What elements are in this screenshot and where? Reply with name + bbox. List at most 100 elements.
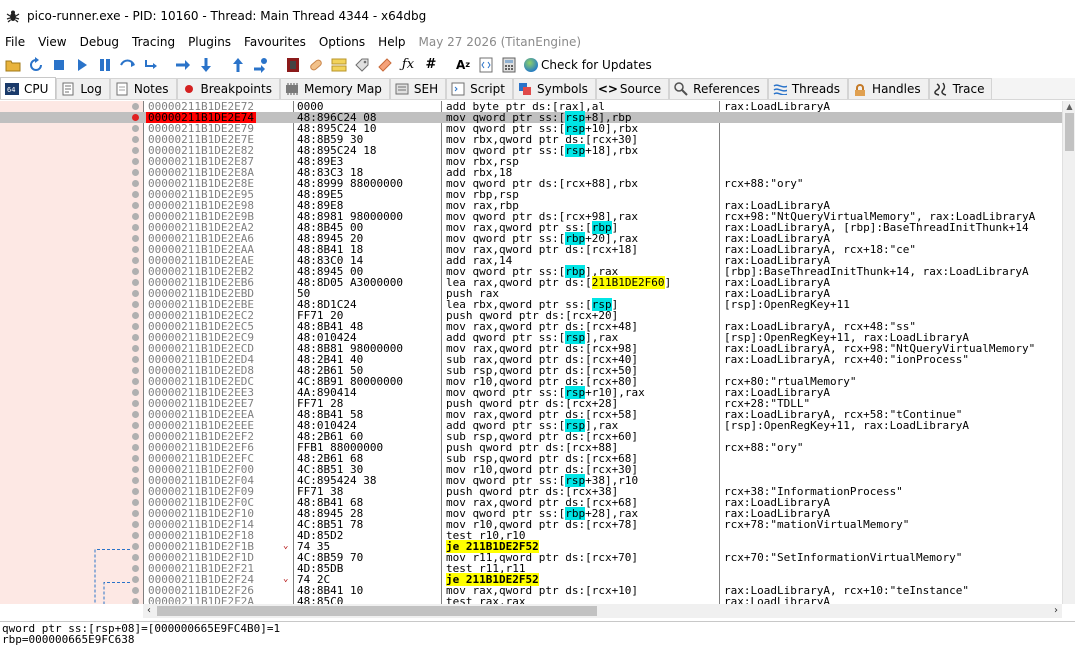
breakpoint-dot-icon[interactable]: [132, 587, 139, 594]
breakpoint-dot-icon[interactable]: [132, 356, 139, 363]
breakpoint-dot-icon[interactable]: [132, 455, 139, 462]
breakpoint-dot-icon[interactable]: [132, 400, 139, 407]
run-icon[interactable]: [72, 55, 92, 75]
breakpoint-dot-icon[interactable]: [132, 268, 139, 275]
tab-threads[interactable]: Threads: [767, 78, 849, 99]
menu-debug[interactable]: Debug: [75, 35, 127, 49]
breakpoint-dot-icon[interactable]: [132, 169, 139, 176]
breakpoint-dot-icon[interactable]: [132, 521, 139, 528]
breakpoint-dot-icon[interactable]: [132, 345, 139, 352]
breakpoint-dot-icon[interactable]: [132, 532, 139, 539]
breakpoint-dot-icon[interactable]: [132, 246, 139, 253]
calculator-icon[interactable]: [499, 55, 519, 75]
breakpoint-dot-icon[interactable]: [132, 191, 139, 198]
scroll-right-icon[interactable]: ›: [1050, 604, 1062, 618]
tab-trace[interactable]: Trace: [928, 78, 993, 99]
trace-record-icon[interactable]: [283, 55, 303, 75]
breakpoint-dot-icon[interactable]: [132, 136, 139, 143]
horizontal-scrollbar[interactable]: ‹ ›: [143, 604, 1062, 618]
breakpoint-dot-icon[interactable]: [132, 312, 139, 319]
breakpoint-dot-icon[interactable]: [132, 499, 139, 506]
breakpoint-dot-icon[interactable]: [132, 598, 139, 604]
bookmarks-icon[interactable]: [375, 55, 395, 75]
breakpoint-dot-icon[interactable]: [132, 565, 139, 572]
breakpoint-dot-icon[interactable]: [132, 323, 139, 330]
labels-icon[interactable]: [352, 55, 372, 75]
comments-icon[interactable]: [329, 55, 349, 75]
scroll-thumb[interactable]: [157, 606, 597, 616]
tab-label: Handles: [872, 82, 921, 96]
menu-options[interactable]: Options: [314, 35, 373, 49]
breakpoint-dot-icon[interactable]: [132, 147, 139, 154]
pause-icon[interactable]: [95, 55, 115, 75]
menu-file[interactable]: File: [0, 35, 33, 49]
breakpoint-dot-icon[interactable]: [132, 389, 139, 396]
functions-icon[interactable]: ƒx: [398, 55, 418, 75]
tab-references[interactable]: References: [669, 78, 768, 99]
breakpoint-dot-icon[interactable]: [132, 235, 139, 242]
tab-symbols[interactable]: Symbols: [512, 78, 596, 99]
font-icon[interactable]: Az: [453, 55, 473, 75]
scroll-left-icon[interactable]: ‹: [143, 604, 155, 618]
breakpoint-dot-icon[interactable]: [132, 213, 139, 220]
menu-favourites[interactable]: Favourites: [239, 35, 314, 49]
breakpoint-dot-icon[interactable]: [132, 103, 139, 110]
vertical-scrollbar[interactable]: ▲: [1062, 101, 1075, 604]
disassembly-view[interactable]: 00000211B1DE2E72 0000 add byte ptr ds:[rax…: [0, 101, 1075, 604]
breakpoint-dot-icon[interactable]: [132, 466, 139, 473]
tab-log[interactable]: Log: [56, 78, 110, 99]
breakpoint-icon[interactable]: [132, 114, 139, 121]
tab-notes[interactable]: Notes: [109, 78, 177, 99]
breakpoint-dot-icon[interactable]: [132, 378, 139, 385]
stop-icon[interactable]: [49, 55, 69, 75]
breakpoint-dot-icon[interactable]: [132, 202, 139, 209]
breakpoint-dot-icon[interactable]: [132, 257, 139, 264]
step-into-icon[interactable]: [141, 55, 161, 75]
breakpoint-dot-icon[interactable]: [132, 554, 139, 561]
source-file-icon[interactable]: [476, 55, 496, 75]
tab-seh[interactable]: SEH: [389, 78, 447, 99]
tab-source[interactable]: <> Source: [595, 78, 670, 99]
open-icon[interactable]: [3, 55, 23, 75]
step-down-icon[interactable]: [196, 55, 216, 75]
patch-icon[interactable]: [306, 55, 326, 75]
breakpoint-dot-icon[interactable]: [132, 290, 139, 297]
menu-help[interactable]: Help: [373, 35, 413, 49]
breakpoint-dot-icon[interactable]: [132, 422, 139, 429]
hash-icon[interactable]: #: [421, 55, 441, 75]
breakpoint-dot-icon[interactable]: [132, 510, 139, 517]
breakpoint-dot-icon[interactable]: [132, 180, 139, 187]
breakpoint-dot-icon[interactable]: [132, 543, 139, 550]
breakpoint-dot-icon[interactable]: [132, 576, 139, 583]
step-over-icon[interactable]: [173, 55, 193, 75]
scroll-thumb[interactable]: [1065, 113, 1074, 151]
disasm-row[interactable]: 00000211B1DE2F2A 48:85C0 test rax,rax rax:L…: [0, 596, 1062, 604]
tab-breakpoints[interactable]: Breakpoints: [176, 78, 280, 99]
breakpoint-dot-icon[interactable]: [132, 334, 139, 341]
breakpoint-dot-icon[interactable]: [132, 433, 139, 440]
breakpoint-dot-icon[interactable]: [132, 411, 139, 418]
execute-till-return-icon[interactable]: [228, 55, 248, 75]
menu-plugins[interactable]: Plugins: [183, 35, 239, 49]
restart-icon[interactable]: [26, 55, 46, 75]
breakpoint-dot-icon[interactable]: [132, 125, 139, 132]
breakpoint-dot-icon[interactable]: [132, 158, 139, 165]
run-to-user-icon[interactable]: [118, 55, 138, 75]
trace-icon: [933, 82, 948, 96]
breakpoint-dot-icon[interactable]: [132, 444, 139, 451]
tab-script[interactable]: Script: [446, 78, 513, 99]
breakpoint-dot-icon[interactable]: [132, 477, 139, 484]
run-to-user-code-icon[interactable]: [251, 55, 271, 75]
menu-tracing[interactable]: Tracing: [127, 35, 183, 49]
tab-handles[interactable]: Handles: [848, 78, 929, 99]
breakpoint-dot-icon[interactable]: [132, 367, 139, 374]
breakpoint-dot-icon[interactable]: [132, 488, 139, 495]
breakpoint-dot-icon[interactable]: [132, 301, 139, 308]
menu-view[interactable]: View: [33, 35, 74, 49]
check-for-updates-button[interactable]: Check for Updates: [524, 57, 652, 72]
breakpoint-dot-icon[interactable]: [132, 279, 139, 286]
breakpoint-dot-icon[interactable]: [132, 224, 139, 231]
scroll-up-icon[interactable]: ▲: [1063, 101, 1075, 113]
tab-cpu[interactable]: 64 CPU: [0, 77, 57, 99]
tab-memory-map[interactable]: Memory Map: [279, 78, 390, 99]
